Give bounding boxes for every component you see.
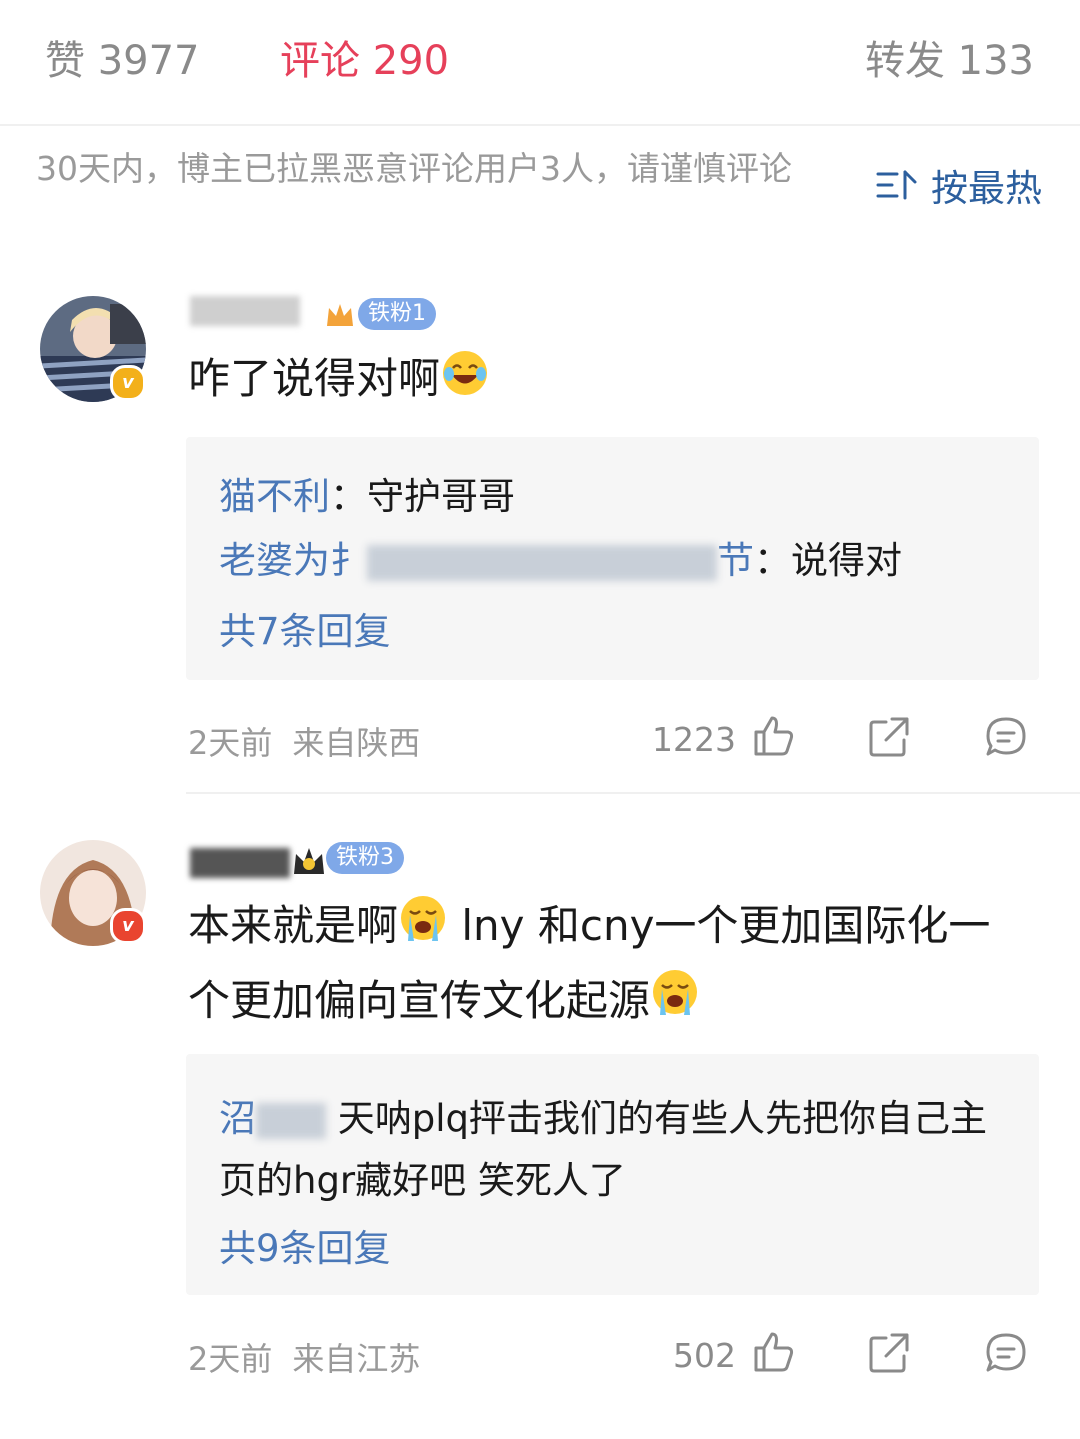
reply-preview-box[interactable]: 沼 天呐plq抨击我们的有些人先把你自己主页的hgr藏好吧 笑死人了 共9条回复	[186, 1054, 1039, 1295]
comment-text: 本来就是啊 lny 和cny一个更加国际化一个更加偏向宣传文化起源	[188, 890, 1028, 1039]
reply-author[interactable]: 猫不利	[219, 475, 330, 518]
reply-line[interactable]: 老婆为扌 节：说得对	[219, 535, 902, 587]
sort-icon	[876, 170, 917, 200]
sort-label: 按最热	[931, 167, 1042, 210]
reply-line[interactable]: 沼 天呐plq抨击我们的有些人先把你自己主页的hgr藏好吧 笑死人了	[219, 1088, 1019, 1212]
verified-badge: v	[110, 908, 146, 944]
tab-reposts[interactable]: 转发 133	[865, 28, 1034, 86]
fan-level-badge: 铁粉1	[358, 298, 436, 330]
timestamp: 2天前	[188, 724, 273, 762]
reply-author[interactable]: 沼	[219, 1097, 326, 1140]
counter-tabs: 赞 3977 评论 290 转发 133	[0, 0, 1080, 126]
view-all-replies-link[interactable]: 共7条回复	[219, 601, 391, 655]
moderation-notice: 30天内，博主已拉黑恶意评论用户3人，请谨慎评论	[36, 149, 792, 188]
comment-meta: 2天前 来自陕西	[188, 718, 420, 764]
share-icon[interactable]	[868, 716, 910, 762]
reply-content: 天呐plq抨击我们的有些人先把你自己主页的hgr藏好吧 笑死人了	[219, 1097, 988, 1202]
blurred-name-segment	[256, 1102, 326, 1139]
comment-reply-icon[interactable]	[985, 716, 1027, 762]
reply-preview-box[interactable]: 猫不利：守护哥哥 老婆为扌 节：说得对 共7条回复	[186, 437, 1039, 680]
reply-author[interactable]: 老婆为扌节	[219, 539, 754, 582]
like-count: 1223	[652, 720, 736, 759]
comment-reply-icon[interactable]	[985, 1332, 1027, 1378]
reply-content: 说得对	[791, 539, 902, 582]
tab-likes[interactable]: 赞 3977	[45, 28, 200, 86]
location: 来自陕西	[292, 724, 421, 762]
blurred-name-segment	[367, 544, 717, 581]
like-count: 502	[673, 1336, 736, 1375]
reply-content: 守护哥哥	[367, 475, 515, 518]
thumbs-up-icon[interactable]	[752, 1330, 796, 1378]
crown-icon	[325, 302, 355, 330]
location: 来自江苏	[292, 1340, 421, 1378]
tab-comments[interactable]: 评论 290	[280, 28, 449, 86]
sort-hot-button[interactable]: 按最热	[875, 158, 1042, 212]
crown-icon	[292, 846, 324, 874]
crying-emoji-icon	[650, 967, 700, 1039]
laugh-tears-emoji-icon	[440, 348, 490, 415]
verified-badge: v	[110, 365, 146, 401]
timestamp: 2天前	[188, 1340, 273, 1378]
thumbs-up-icon[interactable]	[752, 714, 796, 762]
divider	[186, 792, 1080, 794]
reply-line[interactable]: 猫不利：守护哥哥	[219, 471, 515, 523]
comment-meta: 2天前 来自江苏	[188, 1334, 420, 1380]
view-all-replies-link[interactable]: 共9条回复	[219, 1218, 391, 1272]
comment-text: 咋了说得对啊	[188, 348, 1028, 415]
share-icon[interactable]	[868, 1332, 910, 1378]
crying-emoji-icon	[398, 893, 448, 965]
username-blurred	[190, 296, 300, 326]
fan-level-badge: 铁粉3	[326, 842, 404, 874]
username-blurred	[190, 848, 290, 878]
